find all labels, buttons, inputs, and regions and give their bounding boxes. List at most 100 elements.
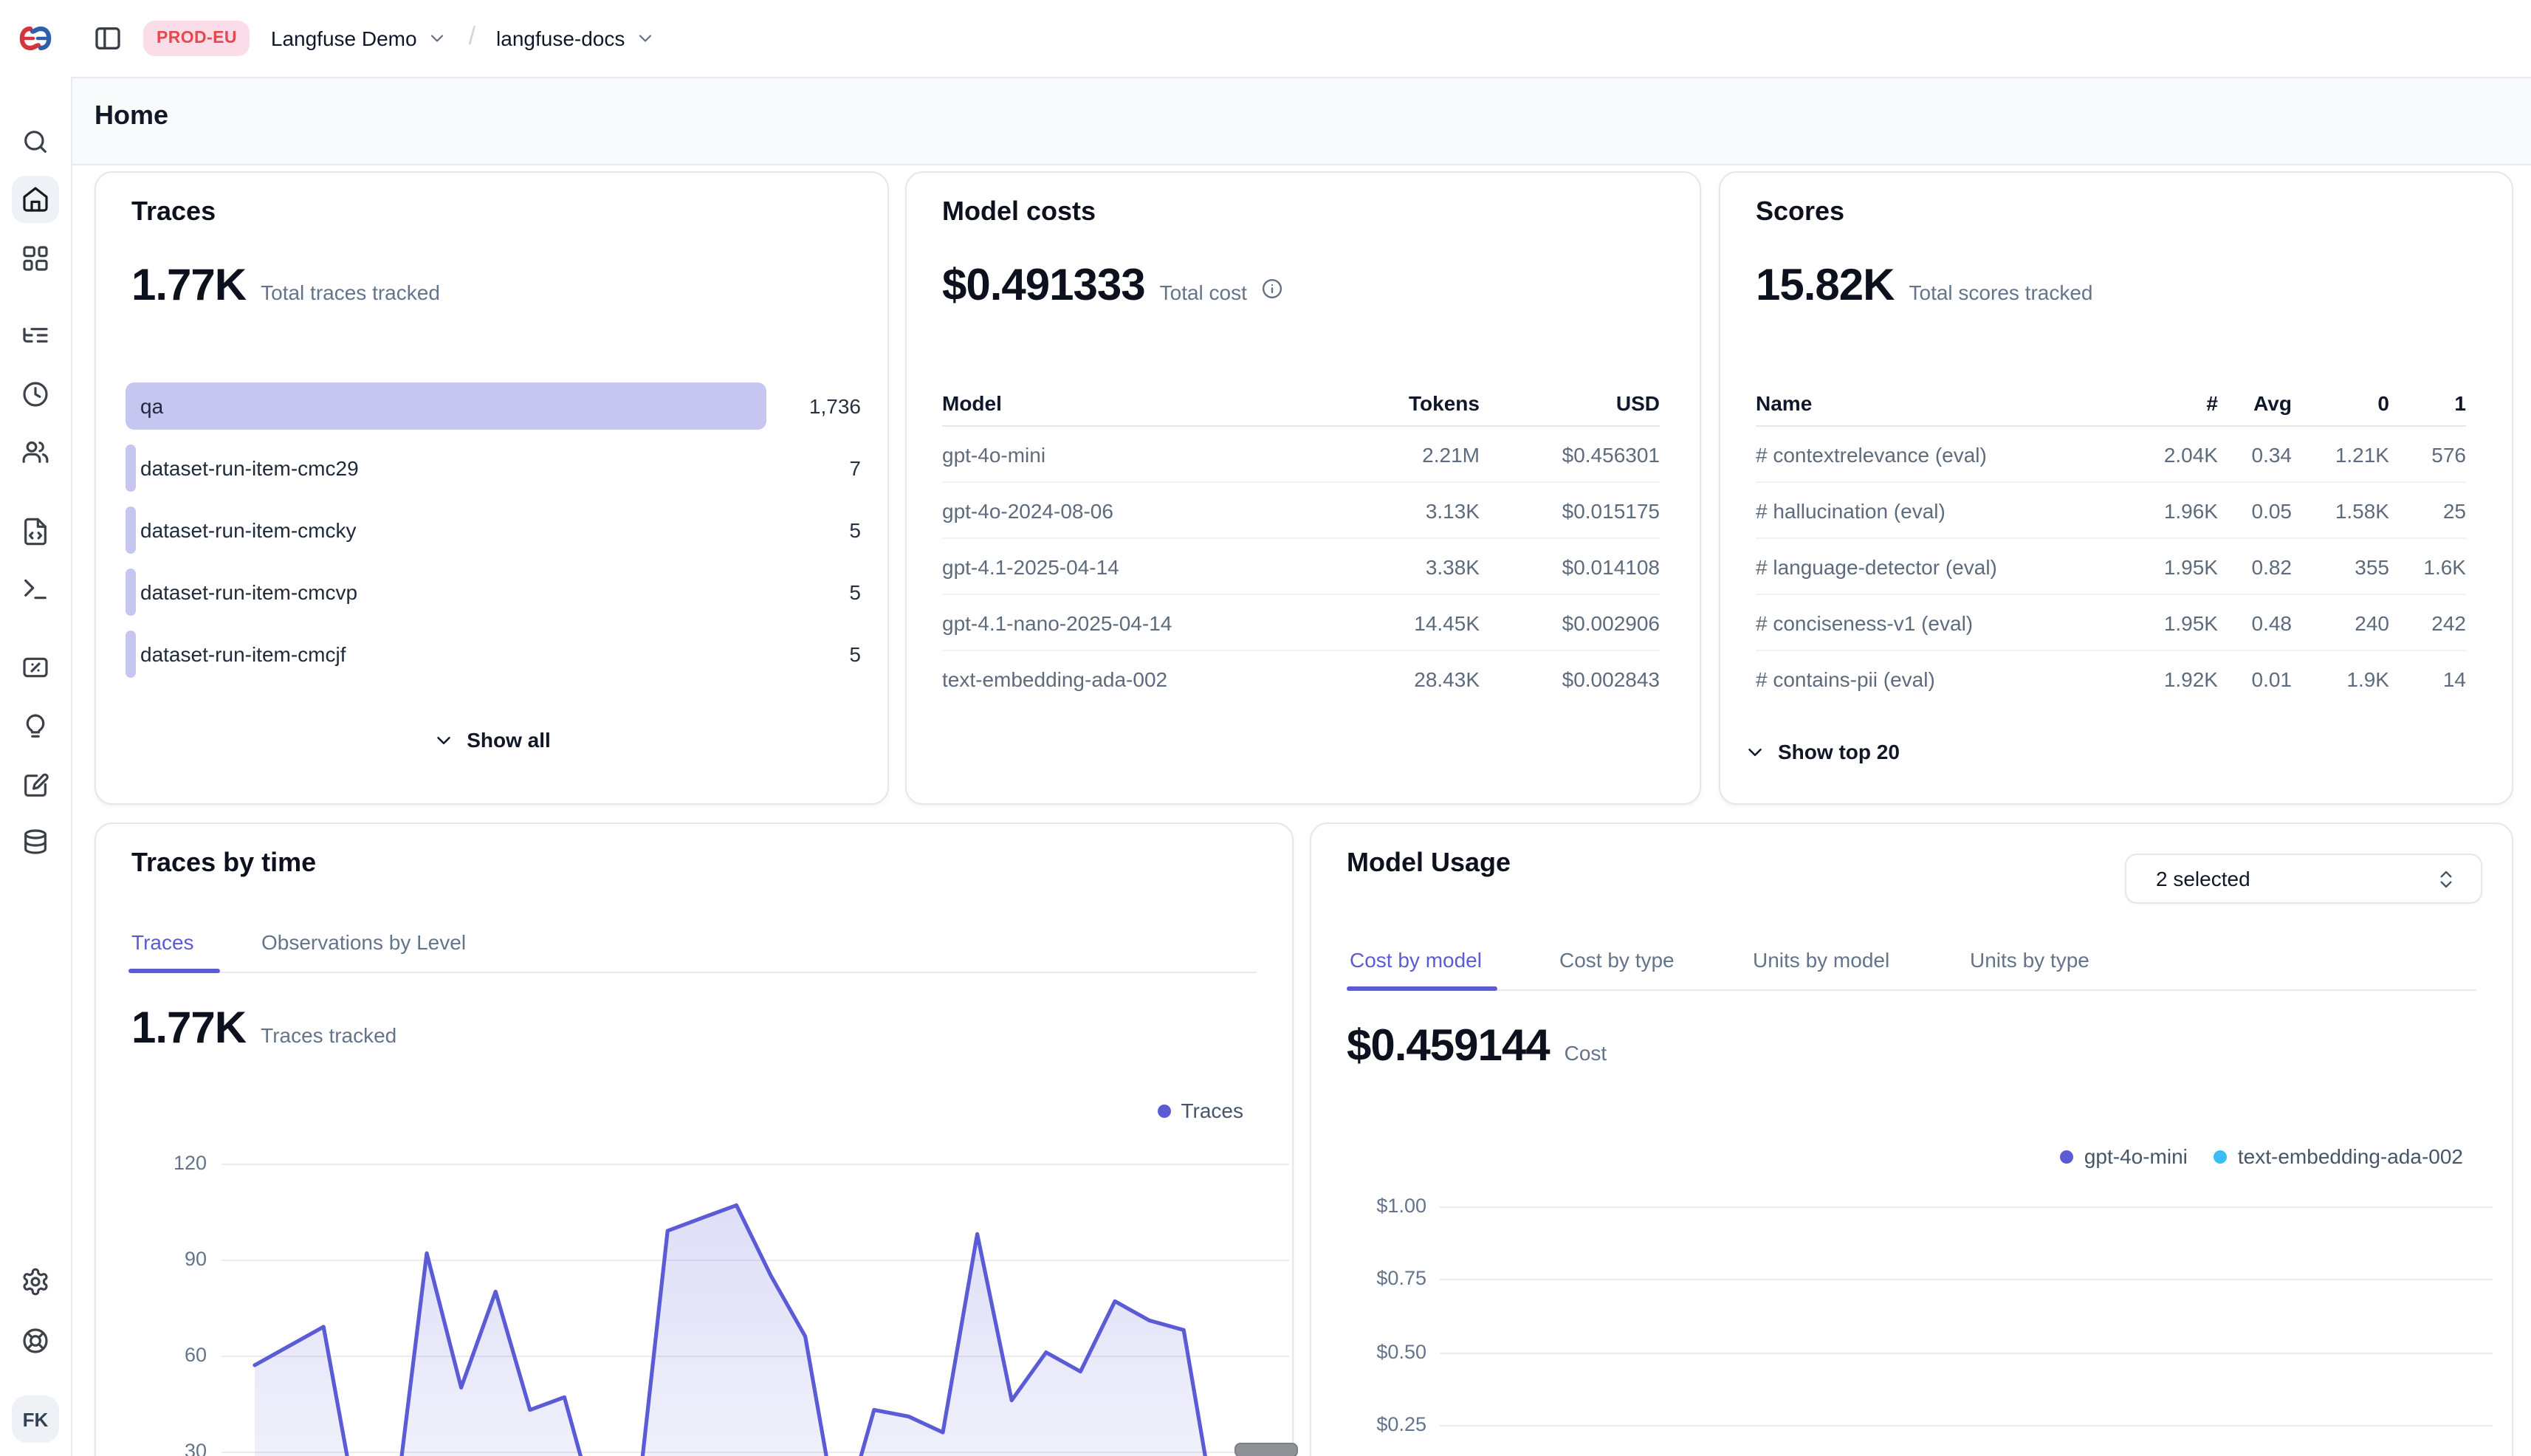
database-icon	[21, 827, 50, 856]
trace-bar-row: dataset-run-item-cmcvp 5	[126, 569, 861, 616]
gridline	[221, 1452, 1289, 1453]
traces-card: Traces 1.77K Total traces tracked qa 1,7…	[95, 171, 889, 805]
card-title: Traces by time	[131, 848, 316, 879]
gridline	[221, 1164, 1289, 1165]
project-switcher[interactable]: langfuse-docs	[496, 27, 656, 50]
bar-label: dataset-run-item-cmcky	[140, 506, 357, 554]
sidebar-item-support[interactable]	[21, 1326, 50, 1356]
gridline	[221, 1356, 1289, 1357]
select-value: 2 selected	[2156, 867, 2435, 890]
sidebar-item-search[interactable]	[21, 127, 50, 157]
trace-bar-row: qa 1,736	[126, 382, 861, 430]
trace-bar-row: dataset-run-item-cmcky 5	[126, 506, 861, 554]
breadcrumb-separator: /	[469, 22, 475, 52]
bar-value: 7	[849, 444, 861, 492]
sidebar-item-datasets[interactable]	[21, 771, 50, 800]
chart-legend: Traces	[1157, 1099, 1243, 1122]
app-root: PROD-EU Langfuse Demo / langfuse-docs	[0, 0, 2531, 1456]
tab-cost-by-type[interactable]: Cost by type	[1559, 942, 1675, 978]
traces-tracked-metric: 1.77K Traces tracked	[131, 1004, 396, 1054]
trace-bar-row: dataset-run-item-cmc29 7	[126, 444, 861, 492]
legend-item-traces: Traces	[1157, 1099, 1243, 1122]
search-icon	[21, 127, 50, 157]
bar-label: qa	[140, 382, 163, 430]
metric-value: $0.491333	[942, 261, 1145, 312]
card-title: Model Usage	[1347, 848, 1511, 879]
active-tab-underline	[1347, 986, 1497, 990]
tab-observations-by-level[interactable]: Observations by Level	[261, 924, 466, 960]
trace-bar-row: dataset-run-item-cmcjf 5	[126, 631, 861, 678]
active-tab-underline	[128, 968, 220, 972]
environment-badge: PROD-EU	[143, 21, 250, 56]
clock-icon	[21, 380, 50, 409]
top-bar: PROD-EU Langfuse Demo / langfuse-docs	[71, 0, 2531, 78]
org-switcher[interactable]: Langfuse Demo	[271, 27, 448, 50]
sidebar-item-evaluation[interactable]	[21, 653, 50, 682]
table-row: gpt-4.1-2025-04-14 3.38K $0.014108	[942, 539, 1660, 595]
table-header: Model Tokens USD	[942, 380, 1660, 427]
y-tick: 30	[126, 1437, 207, 1456]
list-tree-icon	[21, 320, 50, 350]
model-costs-metric: $0.491333 Total cost	[942, 261, 1284, 312]
sidebar-item-tracing[interactable]	[21, 320, 50, 350]
sidebar-toggle-button[interactable]	[93, 24, 123, 53]
sidebar-item-home[interactable]	[21, 185, 50, 214]
scores-metric: 15.82K Total scores tracked	[1756, 261, 2093, 312]
users-icon	[21, 437, 50, 467]
langfuse-logo[interactable]	[18, 21, 53, 56]
table-row: gpt-4.1-nano-2025-04-14 14.45K $0.002906	[942, 595, 1660, 651]
chevron-down-icon	[433, 729, 455, 751]
metric-value: $0.459144	[1347, 1022, 1550, 1072]
sidebar-item-users[interactable]	[21, 437, 50, 467]
bar-value: 5	[849, 569, 861, 616]
tab-units-by-type[interactable]: Units by type	[1970, 942, 2089, 978]
table-row: # conciseness-v1 (eval) 1.95K 0.48 240 2…	[1756, 595, 2466, 651]
show-all-button[interactable]: Show all	[96, 728, 887, 752]
legend-dot-icon	[1157, 1104, 1170, 1117]
tab-traces[interactable]: Traces	[131, 924, 194, 960]
sidebar-item-prompts[interactable]	[21, 517, 50, 546]
model-costs-table: Model Tokens USD gpt-4o-mini 2.21M $0.45…	[942, 380, 1660, 706]
gridline	[1440, 1425, 2493, 1426]
scores-table: Name # Avg 0 1 # contextrelevance (eval)…	[1756, 380, 2466, 706]
model-costs-card: Model costs $0.491333 Total cost Model T…	[905, 171, 1701, 805]
bar	[126, 382, 766, 430]
table-row: gpt-4o-2024-08-06 3.13K $0.015175	[942, 483, 1660, 539]
table-row: # contextrelevance (eval) 2.04K 0.34 1.2…	[1756, 427, 2466, 483]
sidebar-item-database[interactable]	[21, 827, 50, 856]
gear-icon	[21, 1267, 50, 1297]
horizontal-scrollbar-thumb[interactable]	[1234, 1443, 1298, 1456]
table-row: gpt-4o-mini 2.21M $0.456301	[942, 427, 1660, 483]
sidebar-item-playground[interactable]	[21, 574, 50, 604]
gridline	[1440, 1206, 2493, 1208]
tab-units-by-model[interactable]: Units by model	[1753, 942, 1889, 978]
traces-by-time-card: Traces by time Traces Observations by Le…	[95, 823, 1294, 1456]
file-code-icon	[21, 517, 50, 546]
legend-dot-icon	[2214, 1150, 2228, 1163]
bar-value: 1,736	[809, 382, 861, 430]
table-row: # contains-pii (eval) 1.92K 0.01 1.9K 14	[1756, 651, 2466, 706]
info-icon[interactable]	[1262, 277, 1284, 299]
bar	[126, 631, 136, 678]
user-avatar[interactable]: FK	[12, 1395, 59, 1443]
model-usage-card: Model Usage 2 selected Cost by model Cos…	[1310, 823, 2513, 1456]
y-tick: $1.00	[1338, 1192, 1426, 1221]
y-tick: 90	[126, 1245, 207, 1274]
table-row: text-embedding-ada-002 28.43K $0.002843	[942, 651, 1660, 706]
scores-card: Scores 15.82K Total scores tracked Name …	[1719, 171, 2513, 805]
table-header: Name # Avg 0 1	[1756, 380, 2466, 427]
tab-cost-by-model[interactable]: Cost by model	[1350, 942, 1482, 978]
sidebar-item-dashboards[interactable]	[21, 244, 50, 273]
gridline	[1440, 1353, 2493, 1354]
metric-value: 15.82K	[1756, 261, 1895, 312]
metric-value: 1.77K	[131, 1004, 246, 1054]
chevron-down-icon	[635, 28, 656, 49]
sidebar-item-settings[interactable]	[21, 1267, 50, 1297]
lifebuoy-icon	[21, 1326, 50, 1356]
show-top-20-button[interactable]: Show top 20	[1744, 740, 1900, 763]
y-tick: 60	[126, 1341, 207, 1370]
sidebar-item-sessions[interactable]	[21, 380, 50, 409]
gridline	[221, 1260, 1289, 1261]
model-select[interactable]: 2 selected	[2125, 854, 2482, 904]
sidebar-item-annotation[interactable]	[21, 712, 50, 741]
